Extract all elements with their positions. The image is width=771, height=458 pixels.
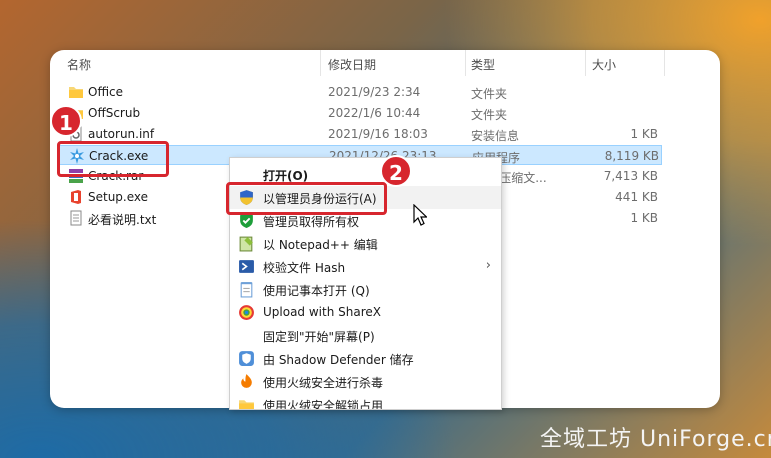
menu-item-huorong-scan[interactable]: 使用火绒安全进行杀毒 — [230, 370, 501, 393]
column-divider[interactable] — [320, 50, 321, 76]
mouse-cursor-icon — [413, 204, 427, 226]
column-type[interactable]: 类型 — [471, 56, 495, 73]
menu-item-label: 校验文件 Hash — [263, 261, 346, 275]
notepad-icon — [240, 282, 253, 298]
file-name: autorun.inf — [88, 127, 155, 141]
file-type: 安装信息 — [471, 129, 520, 143]
text-file-icon — [70, 210, 82, 226]
file-size: 7,413 KB — [603, 169, 658, 183]
menu-item-sharex[interactable]: Upload with ShareX — [230, 301, 501, 324]
sort-up-icon: ^ — [184, 50, 192, 56]
chevron-right-icon: › — [485, 258, 491, 273]
step-badge-1: 1 — [50, 105, 82, 137]
file-date: 2022/1/6 10:44 — [328, 106, 421, 120]
menu-item-file-hash[interactable]: 校验文件 Hash › — [230, 255, 501, 278]
column-divider[interactable] — [585, 50, 586, 76]
menu-item-huorong-unlock[interactable]: 使用火绒安全解锁占用 — [230, 393, 501, 410]
file-size: 8,119 KB — [604, 149, 659, 163]
file-date: 2021/9/23 2:34 — [328, 85, 421, 99]
column-name[interactable]: 名称 — [67, 56, 91, 73]
menu-item-label: 使用火绒安全解锁占用 — [263, 399, 384, 410]
step-badge-2: 2 — [380, 155, 412, 187]
menu-item-label: 使用火绒安全进行杀毒 — [263, 376, 384, 390]
column-header: ^ 名称 修改日期 类型 大小 — [50, 50, 720, 76]
huorong-unlock-icon — [239, 400, 254, 409]
file-name: Office — [88, 85, 124, 99]
file-type: 文件夹 — [471, 87, 508, 101]
menu-item-label: 使用记事本打开 (Q) — [263, 284, 370, 298]
menu-item-open-notepad[interactable]: 使用记事本打开 (Q) — [230, 278, 501, 301]
shadow-defender-icon — [239, 351, 254, 366]
sharex-icon — [239, 305, 254, 320]
highlight-box-crack-exe — [57, 141, 169, 177]
huorong-icon — [241, 374, 252, 388]
highlight-box-run-as-admin — [226, 182, 387, 215]
file-name: OffScrub — [88, 106, 141, 120]
column-size[interactable]: 大小 — [592, 56, 616, 73]
column-divider[interactable] — [465, 50, 466, 76]
menu-item-pin-start[interactable]: 固定到"开始"屏幕(P) — [230, 324, 501, 347]
file-name: 必看说明.txt — [88, 213, 157, 227]
menu-item-label: Upload with ShareX — [263, 305, 381, 319]
office-setup-icon — [71, 190, 81, 204]
column-date[interactable]: 修改日期 — [328, 56, 376, 73]
file-size: 1 KB — [630, 127, 658, 141]
folder-icon — [69, 87, 83, 98]
menu-item-label: 固定到"开始"屏幕(P) — [263, 330, 375, 344]
file-size: 441 KB — [615, 190, 658, 204]
column-divider[interactable] — [664, 50, 665, 76]
menu-item-edit-notepadpp[interactable]: 以 Notepad++ 编辑 — [230, 232, 501, 255]
file-row-office[interactable]: Office 2021/9/23 2:34 文件夹 — [58, 82, 662, 102]
file-size: 1 KB — [630, 211, 658, 225]
watermark: 全域工坊 UniForge.cn — [540, 427, 771, 452]
file-type: 文件夹 — [471, 108, 508, 122]
file-row-offscrub[interactable]: OffScrub 2022/1/6 10:44 文件夹 — [58, 103, 662, 123]
file-date: 2021/9/16 18:03 — [328, 127, 428, 141]
powershell-icon — [239, 260, 254, 273]
menu-item-label: 以 Notepad++ 编辑 — [263, 238, 378, 252]
notepadpp-icon — [239, 236, 253, 252]
menu-item-label: 由 Shadow Defender 储存 — [263, 353, 414, 367]
menu-item-shadow-defender[interactable]: 由 Shadow Defender 储存 — [230, 347, 501, 370]
file-name: Setup.exe — [88, 190, 149, 204]
menu-item-label: 管理员取得所有权 — [263, 215, 360, 229]
